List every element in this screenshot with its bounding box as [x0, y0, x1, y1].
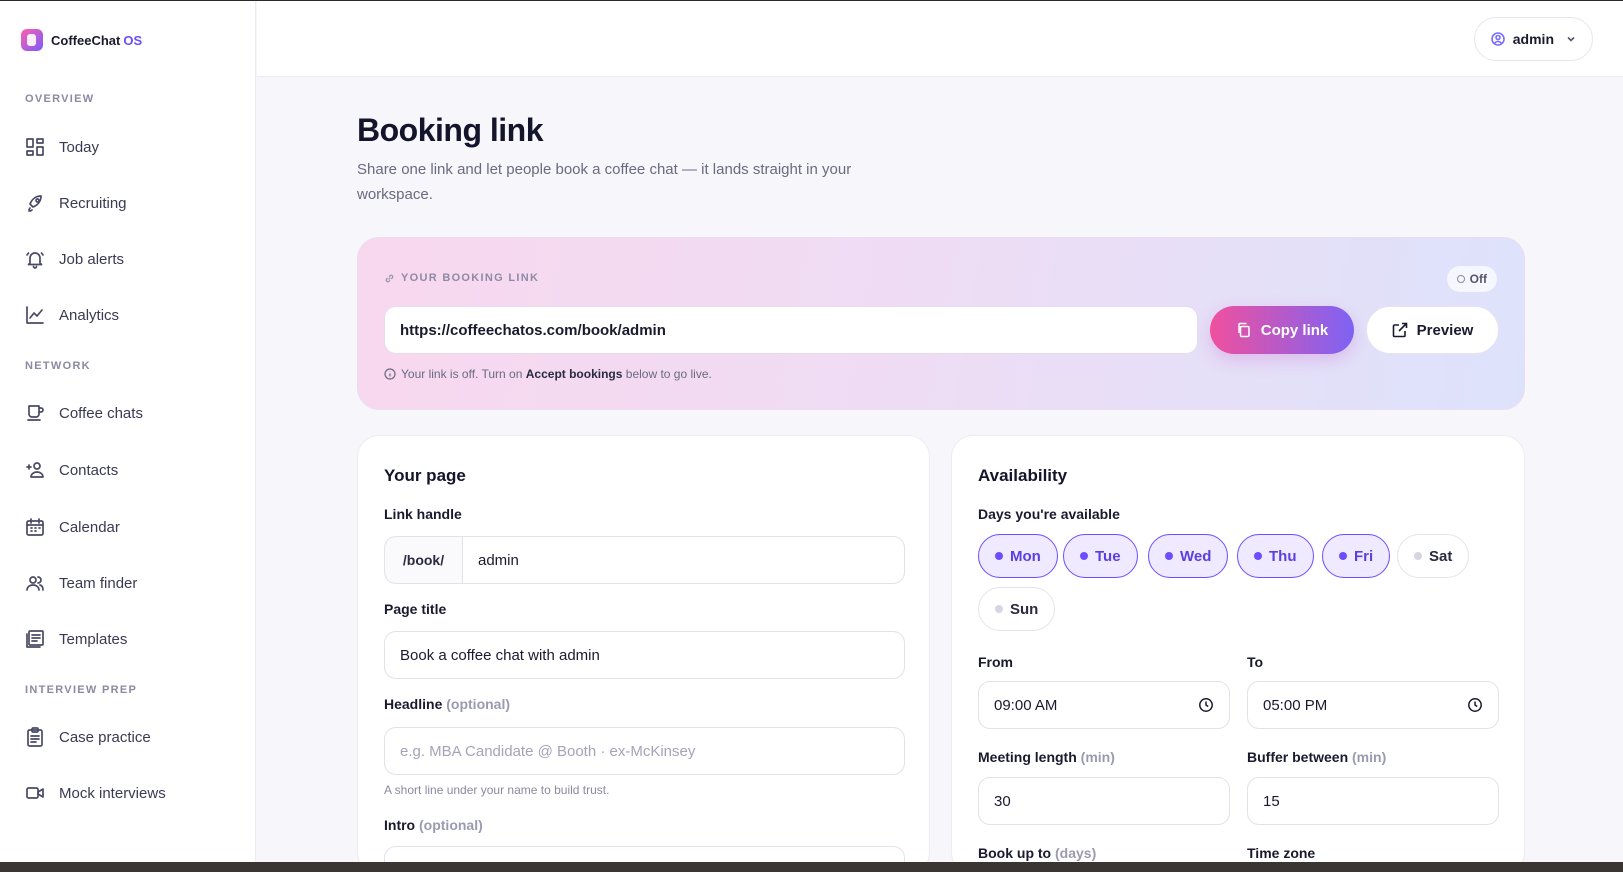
chart-line-icon — [25, 305, 45, 325]
copy-link-button[interactable]: Copy link — [1210, 306, 1354, 354]
buffer-between-label: Buffer between (min) — [1247, 749, 1387, 765]
meeting-length-input[interactable]: 30 — [978, 777, 1230, 825]
booking-link-label: YOUR BOOKING LINK — [384, 272, 539, 284]
bell-icon — [25, 249, 45, 269]
dashboard-icon — [25, 137, 45, 157]
contacts-icon — [25, 460, 45, 480]
sidebar: CoffeeChat OS OVERVIEW Today Recruiting J… — [0, 1, 256, 862]
headline-label: Headline (optional) — [384, 696, 511, 712]
sidebar-item-analytics[interactable]: Analytics — [25, 305, 119, 325]
page-title-label: Page title — [384, 601, 447, 617]
user-menu-button[interactable]: admin — [1473, 17, 1593, 61]
from-time-input[interactable]: 09:00 AM — [978, 681, 1230, 729]
day-toggle-fri[interactable]: Fri — [1322, 534, 1391, 578]
day-toggle-sat[interactable]: Sat — [1397, 534, 1470, 578]
your-page-panel: Your page Link handle /book/ admin Page … — [357, 435, 930, 872]
availability-panel: Availability Days you're available Mon T… — [951, 435, 1525, 872]
section-label-interview-prep: INTERVIEW PREP — [25, 684, 138, 696]
link-handle-input[interactable]: admin — [462, 536, 905, 584]
headline-help-text: A short line under your name to build tr… — [384, 783, 610, 797]
sidebar-item-templates[interactable]: Templates — [25, 629, 127, 649]
availability-title: Availability — [978, 466, 1068, 485]
your-page-title: Your page — [384, 466, 466, 485]
templates-icon — [25, 629, 45, 649]
section-label-network: NETWORK — [25, 360, 91, 372]
link-status-note: Your link is off. Turn on Accept booking… — [384, 367, 712, 381]
intro-label: Intro (optional) — [384, 817, 483, 833]
top-header: admin — [257, 1, 1623, 77]
app-logo-icon — [21, 29, 43, 51]
sidebar-item-contacts[interactable]: Contacts — [25, 460, 118, 480]
time-zone-label: Time zone — [1247, 845, 1316, 861]
sidebar-item-case-practice[interactable]: Case practice — [25, 727, 151, 747]
link-handle-label: Link handle — [384, 506, 462, 522]
selected-dot-icon — [1339, 552, 1347, 560]
selected-dot-icon — [995, 552, 1003, 560]
clock-icon — [1199, 698, 1213, 712]
unselected-dot-icon — [1414, 552, 1422, 560]
to-label: To — [1247, 654, 1264, 670]
sidebar-item-job-alerts[interactable]: Job alerts — [25, 249, 124, 269]
calendar-icon — [25, 517, 45, 537]
buffer-between-input[interactable]: 15 — [1247, 777, 1499, 825]
sidebar-item-coffee-chats[interactable]: Coffee chats — [25, 403, 143, 423]
sidebar-item-recruiting[interactable]: Recruiting — [25, 193, 127, 213]
user-name: admin — [1512, 31, 1554, 47]
day-toggle-wed[interactable]: Wed — [1148, 534, 1229, 578]
selected-dot-icon — [1080, 552, 1088, 560]
brand-name: CoffeeChat OS — [51, 32, 143, 48]
section-label-overview: OVERVIEW — [25, 93, 95, 105]
handle-prefix: /book/ — [384, 536, 462, 584]
day-toggle-mon[interactable]: Mon — [978, 534, 1058, 578]
book-up-to-label: Book up to (days) — [978, 845, 1097, 861]
clipboard-icon — [25, 727, 45, 747]
day-toggle-tue[interactable]: Tue — [1063, 534, 1138, 578]
page-description: Share one link and let people book a cof… — [357, 161, 852, 203]
headline-input[interactable]: e.g. MBA Candidate @ Booth · ex-McKinsey — [384, 727, 905, 775]
status-dot-icon — [1456, 275, 1465, 283]
team-icon — [25, 573, 45, 593]
booking-link-card: YOUR BOOKING LINK Off Copy link Preview … — [357, 237, 1525, 410]
preview-button[interactable]: Preview — [1366, 306, 1499, 354]
from-label: From — [978, 654, 1013, 670]
sidebar-item-today[interactable]: Today — [25, 137, 99, 157]
window-bottom-bar — [0, 862, 1623, 872]
brand[interactable]: CoffeeChat OS — [21, 29, 142, 51]
page-title-input[interactable]: Book a coffee chat with admin — [384, 631, 905, 679]
sidebar-item-mock-interviews[interactable]: Mock interviews — [25, 783, 166, 803]
external-link-icon — [1392, 322, 1407, 338]
days-available-label: Days you're available — [978, 506, 1120, 522]
to-time-input[interactable]: 05:00 PM — [1247, 681, 1499, 729]
selected-dot-icon — [1165, 552, 1173, 560]
chevron-down-icon — [1567, 36, 1575, 42]
copy-icon — [1237, 322, 1250, 338]
sidebar-item-team-finder[interactable]: Team finder — [25, 573, 137, 593]
user-circle-icon — [1490, 32, 1505, 46]
selected-dot-icon — [1254, 552, 1262, 560]
booking-url-field[interactable] — [384, 306, 1198, 354]
meeting-length-label: Meeting length (min) — [978, 749, 1115, 765]
info-icon — [384, 368, 396, 380]
video-icon — [25, 783, 45, 803]
link-icon — [385, 274, 394, 282]
link-status-badge: Off — [1446, 266, 1497, 292]
day-toggle-thu[interactable]: Thu — [1237, 534, 1314, 578]
rocket-icon — [25, 193, 45, 213]
day-toggle-sun[interactable]: Sun — [978, 587, 1056, 631]
page-title: Booking link — [357, 112, 544, 148]
sidebar-item-calendar[interactable]: Calendar — [25, 517, 120, 537]
unselected-dot-icon — [995, 605, 1003, 613]
coffee-cup-icon — [25, 403, 45, 423]
clock-icon — [1468, 698, 1482, 712]
